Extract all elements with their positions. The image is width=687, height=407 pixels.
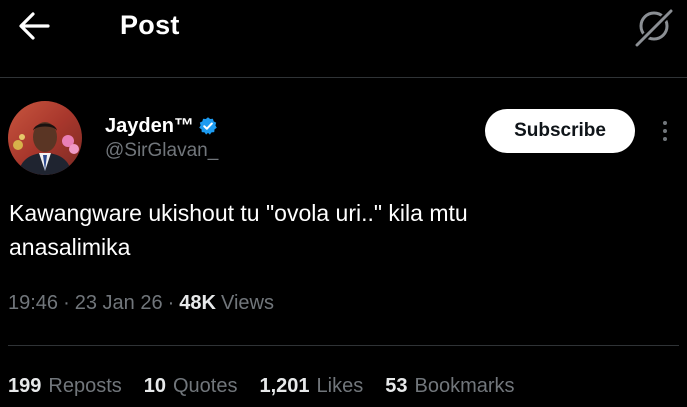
bookmarks-stat[interactable]: 53 Bookmarks [385,375,514,398]
views-count[interactable]: 48K [179,292,216,315]
meta-separator: · [167,292,175,314]
more-options-button[interactable] [654,116,676,146]
subscribe-button[interactable]: Subscribe [485,109,635,153]
avatar[interactable] [8,101,82,175]
meta-separator: · [63,292,70,314]
bookmarks-label: Bookmarks [414,375,515,397]
views-label[interactable]: Views [221,292,274,315]
quotes-count: 10 [143,375,166,397]
likes-stat[interactable]: 1,201 Likes [259,375,363,398]
header-divider [0,77,687,78]
post-time[interactable]: 19:46 [8,292,58,315]
post-date[interactable]: 23 Jan 26 [75,292,163,315]
bookmarks-count: 53 [385,375,408,397]
stats-divider [8,345,679,346]
verified-badge-icon [198,116,218,136]
quotes-stat[interactable]: 10 Quotes [144,375,238,398]
more-vertical-icon [663,121,667,125]
quotes-label: Quotes [173,375,238,397]
top-bar: Post [0,0,687,54]
reposts-stat[interactable]: 199 Reposts [8,375,122,398]
author-display-name[interactable]: Jayden™ [105,115,194,138]
post-text: Kawangware ukishout tu "ovola uri.." kil… [9,200,468,260]
reposts-label: Reposts [48,375,122,397]
arrow-left-icon [19,12,50,40]
grok-icon [634,8,674,48]
author-name-row[interactable]: Jayden™ [105,113,218,139]
likes-label: Likes [316,375,364,397]
engagement-stats: 199 Reposts 10 Quotes 1,201 Likes 53 Boo… [8,375,537,398]
post-meta: 19:46 · 23 Jan 26 · 48K Views [8,292,274,315]
grok-button[interactable] [628,4,678,50]
page-title: Post [120,10,180,40]
author-handle[interactable]: @SirGlavan_ [105,140,218,162]
reposts-count: 199 [8,375,42,397]
profile-photo [8,101,82,175]
back-button[interactable] [14,8,54,44]
likes-count: 1,201 [259,375,310,397]
